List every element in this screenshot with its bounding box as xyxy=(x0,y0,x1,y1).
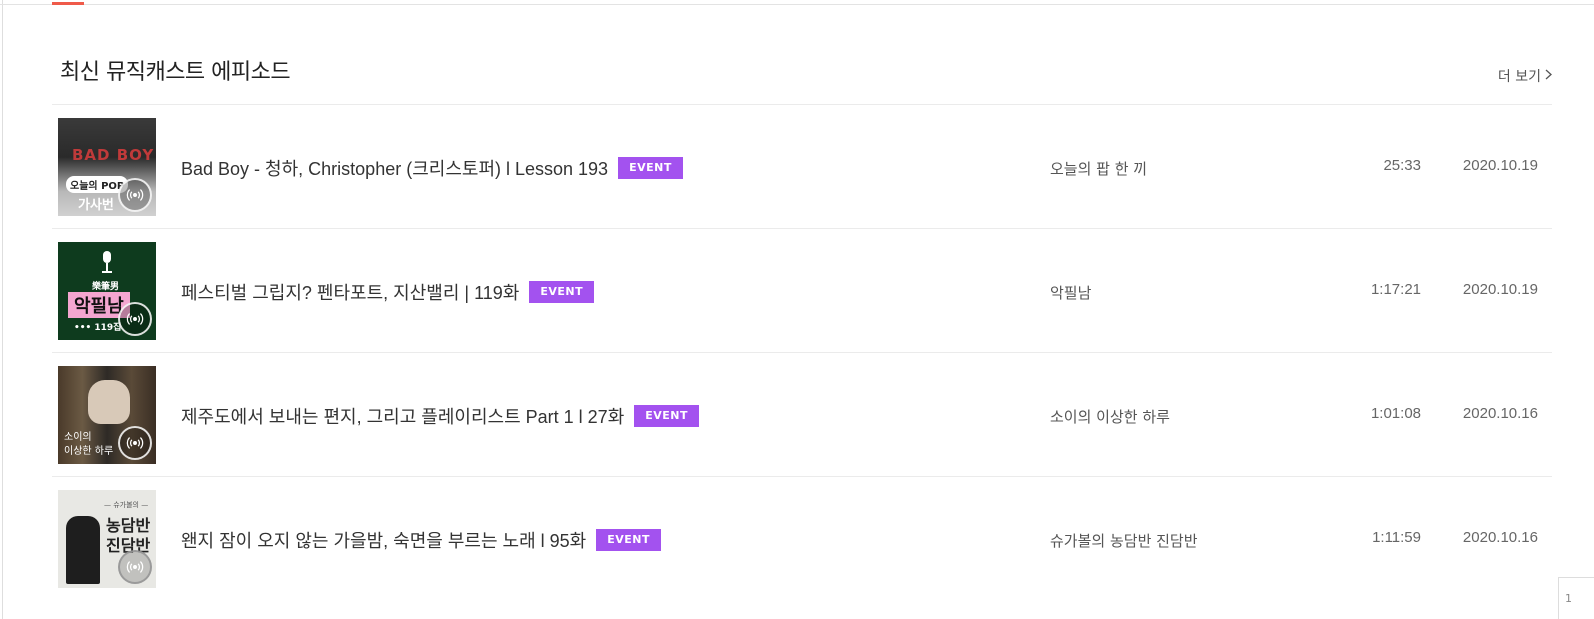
left-border xyxy=(2,0,3,619)
more-link[interactable]: 더 보기 xyxy=(1498,66,1552,86)
thumbnail-caption-top: 樂筆男 xyxy=(92,282,120,292)
thumbnail-caption-bottom: 이상한 하루 xyxy=(64,446,114,457)
episode-date: 2020.10.16 xyxy=(1462,529,1538,546)
episode-title[interactable]: 페스티벌 그립지? 펜타포트, 지산밸리 | 119화 xyxy=(181,279,519,305)
episode-list: BAD BOY 오늘의 POP 가사번 Bad Boy - 청하, Christ… xyxy=(52,105,1552,600)
episode-title-group: 왠지 잠이 오지 않는 가을밤, 숙면을 부르는 노래 l 95화 EVENT xyxy=(181,527,661,553)
episode-duration: 1:17:21 xyxy=(1370,281,1421,298)
podcast-broadcast-icon xyxy=(118,426,152,460)
thumbnail-mic-icon xyxy=(96,250,118,280)
thumbnail-caption-top: BAD BOY xyxy=(72,146,155,164)
event-badge: EVENT xyxy=(634,405,700,427)
episode-title[interactable]: 왠지 잠이 오지 않는 가을밤, 숙면을 부르는 노래 l 95화 xyxy=(181,527,586,553)
episode-title[interactable]: 제주도에서 보내는 편지, 그리고 플레이리스트 Part 1 l 27화 xyxy=(181,403,624,429)
episode-row: BAD BOY 오늘의 POP 가사번 Bad Boy - 청하, Christ… xyxy=(52,105,1552,229)
thumbnail-caption-bottom: 가사번 xyxy=(78,198,114,213)
episode-duration: 25:33 xyxy=(1383,157,1421,174)
event-badge: EVENT xyxy=(529,281,595,303)
episode-row: — 슈가볼의 — 농담반 진담반 왠지 잠이 오지 않는 가을밤, 숙면을 부르… xyxy=(52,477,1552,600)
episode-thumbnail[interactable]: 소이의 이상한 하루 xyxy=(58,366,156,464)
channel-name[interactable]: 소이의 이상한 하루 xyxy=(1050,406,1170,427)
episode-thumbnail[interactable]: — 슈가볼의 — 농담반 진담반 xyxy=(58,490,156,588)
thumbnail-caption-bottom: ••• 119집 xyxy=(74,323,122,333)
episode-thumbnail[interactable]: BAD BOY 오늘의 POP 가사번 xyxy=(58,118,156,216)
section-title: 최신 뮤직캐스트 에피소드 xyxy=(60,60,291,85)
channel-name[interactable]: 오늘의 팝 한 끼 xyxy=(1050,158,1147,179)
more-link-label: 더 보기 xyxy=(1497,69,1541,85)
episode-title-group: Bad Boy - 청하, Christopher (크리스토퍼) l Less… xyxy=(181,155,683,181)
thumbnail-caption-mid: 소이의 xyxy=(64,432,92,443)
top-divider xyxy=(0,4,1594,5)
thumbnail-caption-top: — 슈가볼의 — xyxy=(104,501,149,509)
episode-date: 2020.10.19 xyxy=(1462,281,1538,298)
episode-title-group: 페스티벌 그립지? 펜타포트, 지산밸리 | 119화 EVENT xyxy=(181,279,595,305)
episode-row: 樂筆男 악필남 ••• 119집 페스티벌 그립지? 펜타포트, 지산밸리 | … xyxy=(52,229,1552,353)
channel-name[interactable]: 악필남 xyxy=(1050,282,1091,303)
event-badge: EVENT xyxy=(618,157,683,179)
podcast-broadcast-icon xyxy=(118,178,152,212)
episode-duration: 1:01:08 xyxy=(1370,405,1421,422)
episode-title[interactable]: Bad Boy - 청하, Christopher (크리스토퍼) l Less… xyxy=(181,155,608,181)
chevron-right-icon xyxy=(1545,69,1552,84)
episode-row: 소이의 이상한 하루 제주도에서 보내는 편지, 그리고 플레이리스트 Part… xyxy=(52,353,1552,477)
channel-name[interactable]: 슈가볼의 농담반 진담반 xyxy=(1050,530,1198,551)
thumbnail-figure xyxy=(66,516,100,584)
episode-date: 2020.10.19 xyxy=(1462,157,1538,174)
episode-date: 2020.10.16 xyxy=(1462,405,1538,422)
active-tab-indicator xyxy=(52,2,84,5)
episode-duration: 1:11:59 xyxy=(1372,529,1421,546)
podcast-broadcast-icon xyxy=(118,550,152,584)
event-badge: EVENT xyxy=(596,529,661,551)
podcast-broadcast-icon xyxy=(118,302,152,336)
episode-title-group: 제주도에서 보내는 편지, 그리고 플레이리스트 Part 1 l 27화 EV… xyxy=(181,403,700,429)
thumbnail-portrait xyxy=(88,380,130,424)
episode-thumbnail[interactable]: 樂筆男 악필남 ••• 119집 xyxy=(58,242,156,340)
scroll-top-button[interactable]: 1 xyxy=(1558,577,1594,619)
